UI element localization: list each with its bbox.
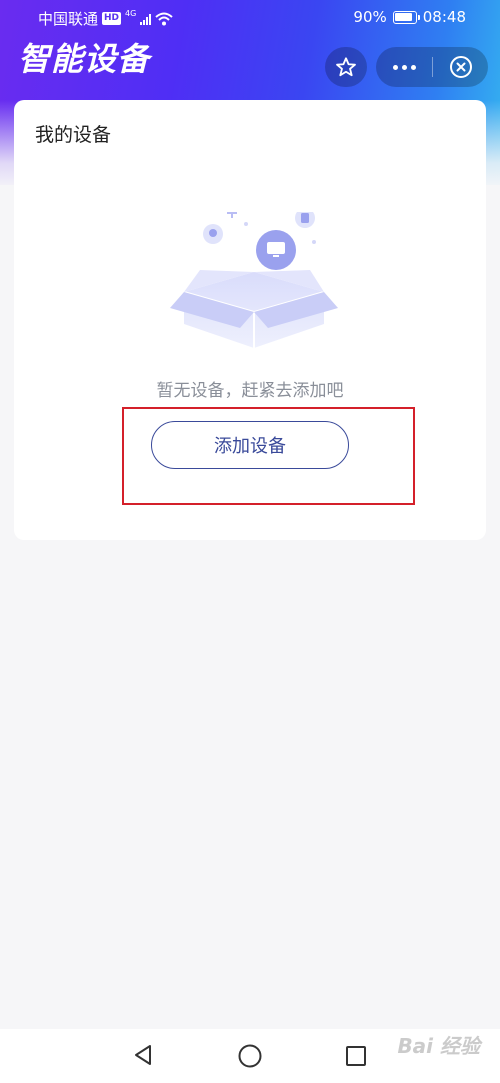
network-type: 4G xyxy=(125,9,137,18)
favorite-button[interactable] xyxy=(325,47,367,87)
carrier-label: 中国联通 xyxy=(38,10,99,28)
status-left: 中国联通 HD 4G xyxy=(38,8,173,29)
more-dots-icon xyxy=(392,64,398,70)
signal-icon xyxy=(140,13,152,25)
watermark: Bai 经验 xyxy=(397,1034,480,1058)
back-triangle-icon[interactable] xyxy=(131,1043,155,1067)
wifi-icon xyxy=(155,12,173,25)
battery-icon xyxy=(392,10,420,24)
close-button[interactable] xyxy=(433,47,488,87)
highlight-annotation-box xyxy=(122,407,415,505)
more-dot xyxy=(410,64,416,70)
more-dot xyxy=(401,64,407,70)
status-right: 90% 08:48 xyxy=(353,8,466,26)
hd-badge: HD xyxy=(102,12,122,25)
star-icon xyxy=(336,57,356,77)
battery-percent: 90% xyxy=(353,8,387,26)
empty-state-text: 暂无设备，赶紧去添加吧 xyxy=(156,381,344,401)
page-title: 智能设备 xyxy=(18,40,151,78)
empty-box-illustration xyxy=(170,212,338,348)
status-bar: 中国联通 HD 4G 90% 08:48 xyxy=(0,0,500,34)
battery-level xyxy=(395,13,413,21)
home-circle-icon[interactable] xyxy=(237,1043,263,1069)
miniprogram-capsule xyxy=(376,47,488,87)
close-circle-icon xyxy=(449,56,472,78)
more-button[interactable] xyxy=(376,47,432,87)
recent-square-icon[interactable] xyxy=(344,1044,368,1068)
clock: 08:48 xyxy=(422,8,466,26)
card-title: 我的设备 xyxy=(35,124,112,146)
